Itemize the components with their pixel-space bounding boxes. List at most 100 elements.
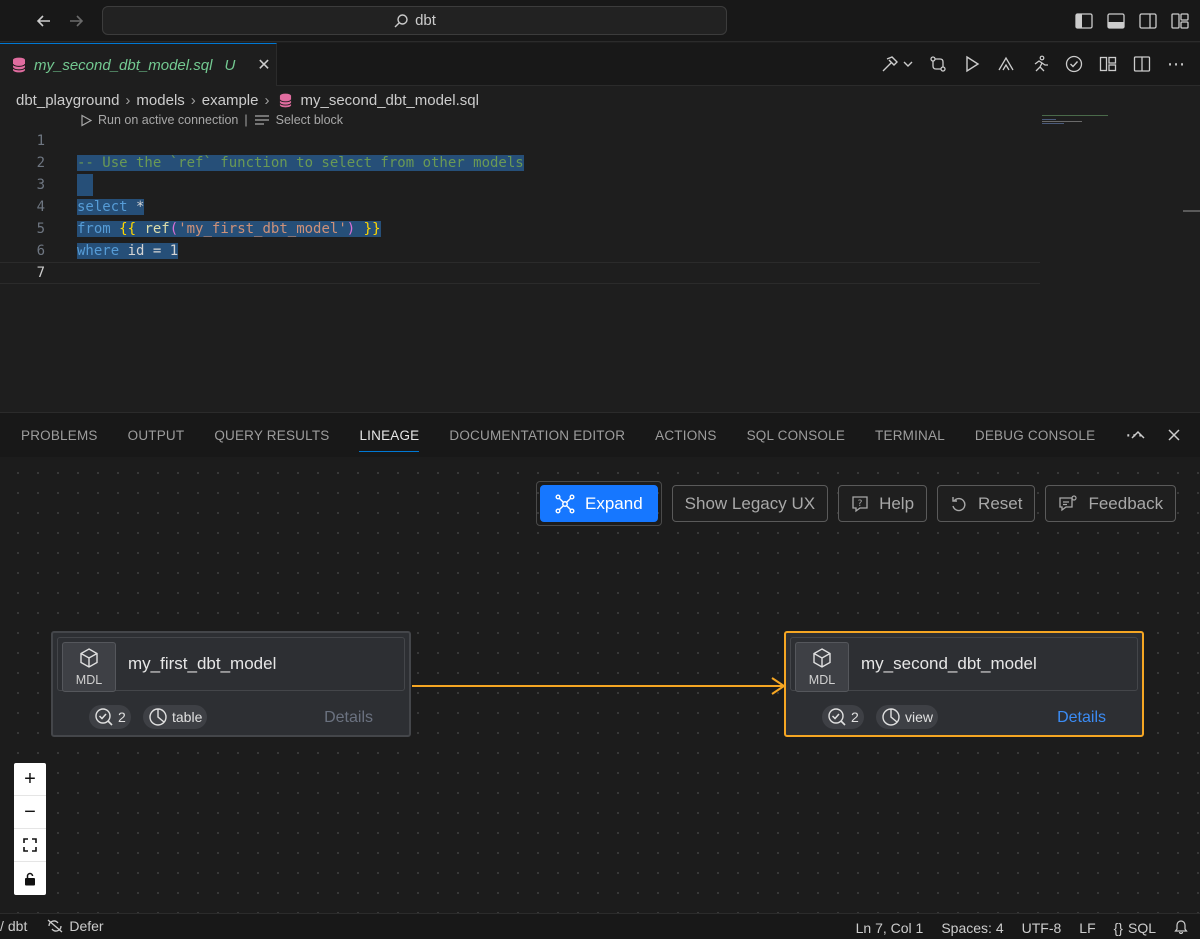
encoding-status[interactable]: UTF-8 — [1022, 920, 1062, 936]
toggle-primary-sidebar-icon[interactable] — [1072, 9, 1096, 33]
close-panel-icon[interactable] — [1164, 425, 1184, 445]
customize-layout-icon[interactable] — [1168, 9, 1192, 33]
command-center-search[interactable]: dbt — [102, 6, 727, 35]
dbt-cloud-icon[interactable] — [994, 52, 1018, 76]
jinja-function: ref — [144, 221, 170, 237]
breadcrumb-item[interactable]: my_second_dbt_model.sql — [300, 92, 478, 109]
untracked-badge: U — [224, 56, 236, 74]
node-title: my_first_dbt_model — [128, 654, 277, 673]
tab-debug-console[interactable]: DEBUG CONSOLE — [960, 413, 1110, 457]
code-token: id = 1 — [119, 243, 179, 259]
tab-sql-console[interactable]: SQL CONSOLE — [732, 413, 860, 457]
cursor-position[interactable]: Ln 7, Col 1 — [856, 920, 924, 936]
tab-output[interactable]: OUTPUT — [113, 413, 200, 457]
breadcrumb-item[interactable]: models — [136, 92, 184, 109]
database-icon — [279, 93, 293, 107]
model-type-label: MDL — [808, 673, 836, 687]
lineage-node-selected[interactable]: MDL my_second_dbt_model 2 view Details — [784, 631, 1144, 737]
lock-icon[interactable] — [14, 862, 46, 895]
breadcrumb-item[interactable]: dbt_playground — [16, 92, 119, 109]
code-line: 5 from {{ ref('my_first_dbt_model') }} — [0, 218, 1040, 240]
sql-keyword: from — [77, 221, 111, 237]
line-number: 3 — [36, 177, 45, 193]
indentation-status[interactable]: Spaces: 4 — [941, 920, 1003, 936]
toggle-panel-icon[interactable] — [1104, 9, 1128, 33]
codelens: Run on active connection | Select block — [80, 113, 343, 127]
string-literal: 'my_first_dbt_model' — [178, 221, 347, 237]
line-number: 7 — [36, 265, 45, 281]
tab-my-second-dbt-model[interactable]: my_second_dbt_model.sql U ✕ — [0, 43, 277, 86]
tests-count-pill[interactable]: 2 — [822, 705, 864, 729]
command-center-text: dbt — [415, 12, 436, 29]
details-link[interactable]: Details — [324, 709, 373, 727]
details-link[interactable]: Details — [1057, 709, 1106, 727]
split-editor-icon[interactable] — [1130, 52, 1154, 76]
tab-actions[interactable]: ACTIONS — [640, 413, 731, 457]
jinja-brace: }} — [363, 221, 381, 237]
lineage-canvas[interactable]: Expand Show Legacy UX ? Help Reset Feedb… — [0, 457, 1200, 914]
editor-tab-bar: my_second_dbt_model.sql U ✕ ⋯ — [0, 43, 1200, 86]
dbt-project-status[interactable]: / dbt — [0, 918, 27, 934]
zoom-out-icon[interactable]: − — [14, 796, 46, 829]
defer-status[interactable]: Defer — [47, 918, 104, 934]
select-block-icon — [254, 115, 269, 125]
minimap[interactable] — [1042, 113, 1122, 125]
project-label: dbt — [7, 918, 28, 934]
run-person-icon[interactable] — [1028, 52, 1052, 76]
forward-arrow-icon[interactable] — [64, 9, 88, 33]
notifications-bell-icon[interactable] — [1174, 918, 1188, 937]
maximize-panel-icon[interactable] — [1128, 425, 1148, 445]
fit-view-icon[interactable] — [14, 829, 46, 862]
code-editor[interactable]: 1 2 -- Use the `ref` function to select … — [0, 130, 1200, 410]
code-comment: -- Use the `ref` function to select from… — [77, 155, 524, 171]
node-title: my_second_dbt_model — [861, 654, 1037, 673]
tab-documentation-editor[interactable]: DOCUMENTATION EDITOR — [434, 413, 640, 457]
more-actions-icon[interactable]: ⋯ — [1164, 52, 1188, 76]
close-tab-icon[interactable]: ✕ — [257, 55, 270, 75]
selection-highlight — [77, 174, 93, 196]
language-label: SQL — [1127, 919, 1156, 936]
tests-count-pill[interactable]: 2 — [89, 705, 131, 729]
zoom-in-icon[interactable]: + — [14, 763, 46, 796]
node-header: MDL my_second_dbt_model — [790, 637, 1138, 692]
toggle-secondary-sidebar-icon[interactable] — [1136, 9, 1160, 33]
check-circle-icon[interactable] — [1062, 52, 1086, 76]
run-play-icon[interactable] — [960, 52, 984, 76]
tab-filename: my_second_dbt_model.sql — [34, 56, 213, 74]
database-icon — [12, 57, 26, 73]
tab-query-results[interactable]: QUERY RESULTS — [199, 413, 344, 457]
code-line: 1 — [0, 130, 1040, 152]
compare-changes-icon[interactable] — [926, 52, 950, 76]
open-preview-icon[interactable] — [1096, 52, 1120, 76]
materialization-pill[interactable]: table — [143, 705, 208, 729]
select-block-link[interactable]: Select block — [276, 113, 343, 127]
materialization-pill[interactable]: view — [876, 705, 939, 729]
model-type-label: MDL — [75, 673, 103, 687]
cube-icon — [813, 648, 831, 668]
bottom-panel: PROBLEMS OUTPUT QUERY RESULTS LINEAGE DO… — [0, 412, 1200, 914]
tab-problems[interactable]: PROBLEMS — [6, 413, 113, 457]
tests-count: 2 — [118, 709, 126, 725]
code-line: 4 select * — [0, 196, 1040, 218]
scrollbar-marker[interactable] — [1183, 210, 1200, 212]
breadcrumb: dbt_playground › models › example › my_s… — [16, 89, 479, 111]
cube-icon — [80, 648, 98, 668]
code-text: select * — [77, 199, 145, 215]
run-on-active-connection-link[interactable]: Run on active connection — [98, 113, 238, 127]
defer-icon — [47, 919, 63, 933]
tab-lineage[interactable]: LINEAGE — [344, 413, 434, 457]
slash-icon: / — [0, 918, 4, 934]
eol-status[interactable]: LF — [1079, 920, 1095, 936]
lineage-node[interactable]: MDL my_first_dbt_model 2 table Details — [51, 631, 411, 737]
build-hammer-icon[interactable] — [878, 52, 916, 76]
sql-keyword: where — [77, 243, 120, 259]
defer-label: Defer — [69, 918, 104, 934]
back-arrow-icon[interactable] — [32, 9, 56, 33]
line-number: 2 — [36, 155, 45, 171]
code-line: 3 — [0, 174, 1040, 196]
tab-terminal[interactable]: TERMINAL — [860, 413, 960, 457]
materialization-icon — [882, 708, 900, 726]
language-mode[interactable]: {} SQL — [1114, 920, 1156, 936]
tests-count: 2 — [851, 709, 859, 725]
breadcrumb-item[interactable]: example — [202, 92, 259, 109]
